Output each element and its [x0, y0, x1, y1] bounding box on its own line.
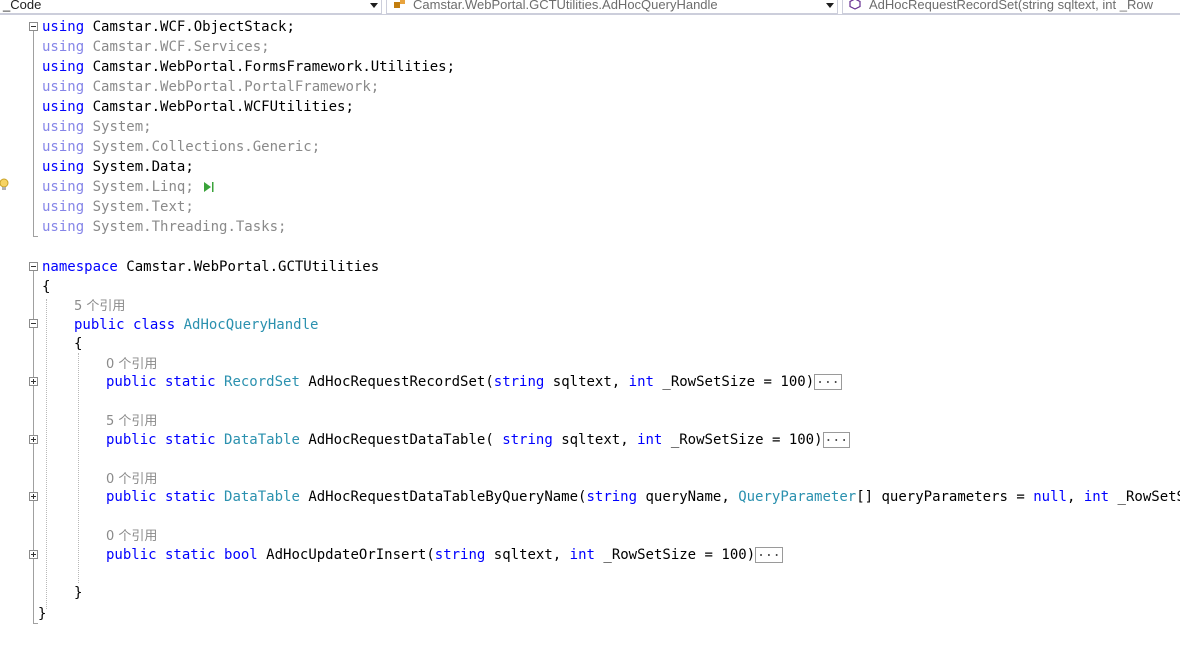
collapsed-code-button[interactable]: ...: [814, 373, 842, 390]
code-line-method-byqueryname: public static DataTable AdHocRequestData…: [106, 489, 1180, 505]
code-line-class-open: {: [74, 336, 83, 352]
expand-method-toggle[interactable]: [29, 435, 38, 444]
method-icon: [849, 0, 861, 10]
method-reference-count[interactable]: 0 个引用: [106, 526, 157, 546]
code-line-using-9: using System.Text;: [42, 199, 194, 215]
usings-outline-line: [33, 31, 34, 236]
code-line-using-0: using Camstar.WCF.ObjectStack;: [42, 19, 295, 35]
usings-outline-end: [33, 236, 38, 237]
code-line-using-7: using System.Data;: [42, 159, 194, 175]
class-combo-label: Camstar.WebPortal.GCTUtilities.AdHocQuer…: [413, 0, 718, 12]
code-line-using-5: using System;: [42, 119, 152, 135]
collapse-class-toggle[interactable]: [29, 319, 38, 328]
collapsed-code-button[interactable]: ...: [755, 546, 783, 563]
code-line-namespace-close: }: [38, 606, 47, 622]
project-combo[interactable]: _Code: [0, 0, 382, 14]
collapse-usings-toggle[interactable]: [29, 22, 38, 31]
code-editor[interactable]: using Camstar.WCF.ObjectStack; using Cam…: [0, 17, 1180, 652]
indent-guide: [78, 353, 79, 583]
member-combo-label: AdHocRequestRecordSet(string sqltext, in…: [869, 0, 1153, 12]
navigation-bar: _Code Camstar.WebPortal.GCTUtilities.AdH…: [0, 0, 1180, 15]
class-icon: [394, 0, 405, 8]
expand-method-toggle[interactable]: [29, 492, 38, 501]
code-line-namespace: namespace Camstar.WebPortal.GCTUtilities: [42, 259, 380, 275]
code-line-method-updateorinsert: public static bool AdHocUpdateOrInsert(s…: [106, 545, 783, 563]
method-reference-count[interactable]: 0 个引用: [106, 469, 157, 489]
class-combo[interactable]: Camstar.WebPortal.GCTUtilities.AdHocQuer…: [386, 0, 838, 14]
code-line-namespace-open: {: [42, 279, 51, 295]
project-combo-label: _Code: [3, 0, 42, 12]
collapsed-code-button[interactable]: ...: [822, 431, 851, 448]
code-line-using-4: using Camstar.WebPortal.WCFUtilities;: [42, 99, 354, 115]
class-reference-count[interactable]: 5 个引用: [74, 296, 125, 316]
chevron-down-icon[interactable]: [370, 3, 378, 8]
collapse-namespace-toggle[interactable]: [29, 262, 38, 271]
expand-method-toggle[interactable]: [29, 550, 38, 559]
code-line-class-close: }: [74, 585, 83, 601]
code-line-using-1: using Camstar.WCF.Services;: [42, 39, 270, 55]
code-line-using-10: using System.Threading.Tasks;: [42, 219, 287, 235]
code-line-using-3: using Camstar.WebPortal.PortalFramework;: [42, 79, 380, 95]
member-combo[interactable]: AdHocRequestRecordSet(string sqltext, in…: [842, 0, 1180, 14]
method-reference-count[interactable]: 0 个引用: [106, 354, 157, 374]
code-line-using-8: using System.Linq;: [42, 177, 216, 197]
indent-guide: [46, 299, 47, 609]
code-line-using-2: using Camstar.WebPortal.FormsFramework.U…: [42, 59, 456, 75]
code-line-method-datatable: public static DataTable AdHocRequestData…: [106, 430, 851, 448]
code-line-method-recordset: public static RecordSet AdHocRequestReco…: [106, 372, 842, 390]
play-icon[interactable]: [202, 181, 216, 193]
method-reference-count[interactable]: 5 个引用: [106, 411, 157, 431]
code-line-class: public class AdHocQueryHandle: [74, 317, 319, 333]
lightbulb-icon[interactable]: [0, 178, 10, 192]
expand-method-toggle[interactable]: [29, 377, 38, 386]
chevron-down-icon[interactable]: [826, 3, 834, 8]
code-line-using-6: using System.Collections.Generic;: [42, 139, 321, 155]
